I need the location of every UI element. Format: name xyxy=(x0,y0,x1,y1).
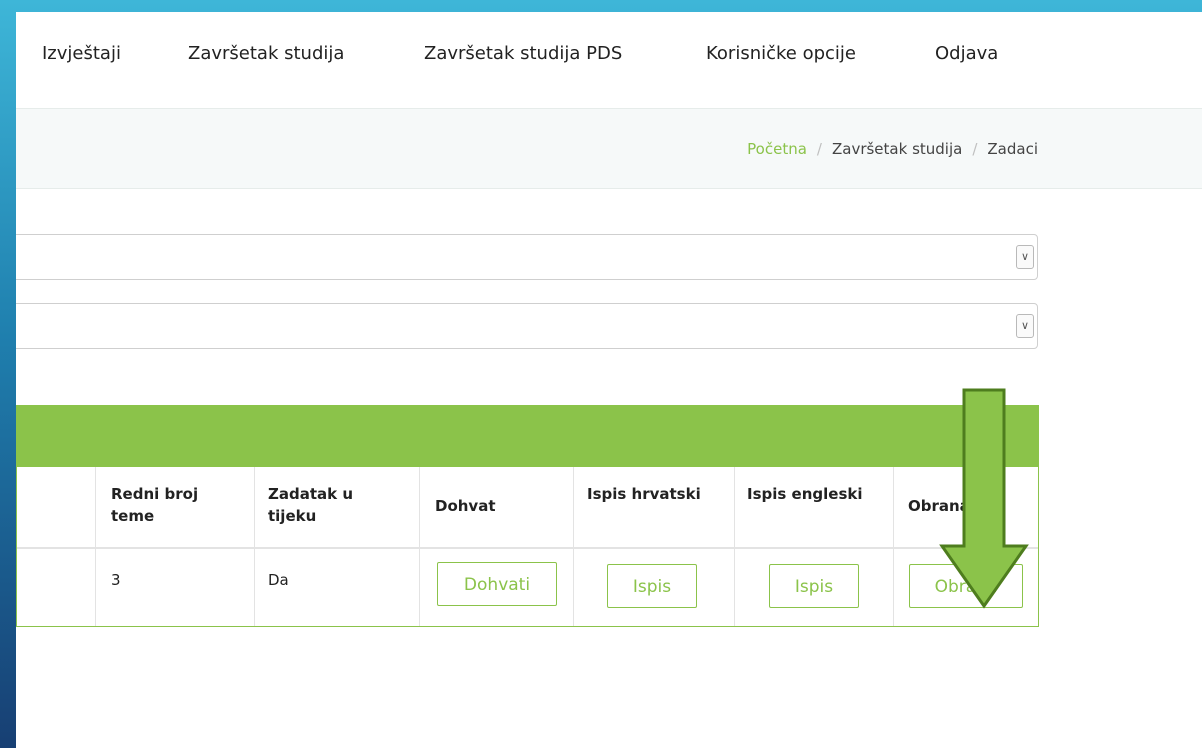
breadcrumb: Početna / Završetak studija / Zadaci xyxy=(747,140,1038,158)
breadcrumb-separator: / xyxy=(816,140,822,158)
down-arrow-shape xyxy=(939,388,1029,609)
top-navigation: Izvještaji Završetak studija Završetak s… xyxy=(16,12,1202,109)
nav-izvjestaji[interactable]: Izvještaji xyxy=(42,43,121,64)
page: Izvještaji Završetak studija Završetak s… xyxy=(16,12,1202,748)
dohvati-button[interactable]: Dohvati xyxy=(437,562,557,606)
cell-zadatak-u-tijeku: Da xyxy=(268,571,289,589)
nav-zavrsetak-studija-pds[interactable]: Završetak studija PDS xyxy=(424,43,622,64)
chevron-down-icon[interactable]: ∨ xyxy=(1016,245,1034,269)
breadcrumb-current: Zadaci xyxy=(987,140,1038,158)
nav-korisnicke-opcije[interactable]: Korisničke opcije xyxy=(706,43,856,64)
nav-zavrsetak-studija[interactable]: Završetak studija xyxy=(188,43,344,64)
header-ispis-engleski: Ispis engleski xyxy=(747,485,863,503)
breadcrumb-separator: / xyxy=(972,140,978,158)
chevron-down-icon[interactable]: ∨ xyxy=(1016,314,1034,338)
table-title-bar xyxy=(16,405,1039,467)
header-line: Redni broj xyxy=(111,485,199,503)
down-arrow-icon xyxy=(939,388,1029,609)
table-row: 3 Da Dohvati Ispis Ispis Obrana xyxy=(17,549,1038,626)
nav-odjava[interactable]: Odjava xyxy=(935,43,998,64)
cell-redni-broj: 3 xyxy=(111,571,121,589)
ispis-hrvatski-button[interactable]: Ispis xyxy=(607,564,697,608)
header-redni-broj: Redni broj teme xyxy=(111,483,198,527)
header-line: Zadatak u xyxy=(268,485,354,503)
header-zadatak-u-tijeku: Zadatak u tijeku xyxy=(268,483,353,527)
breadcrumb-bar: Početna / Završetak studija / Zadaci xyxy=(16,109,1202,189)
header-line: teme xyxy=(111,507,155,525)
header-ispis-hrvatski: Ispis hrvatski xyxy=(587,485,701,503)
table-header-row: Redni broj teme Zadatak u tijeku Dohvat … xyxy=(17,467,1038,549)
header-dohvat: Dohvat xyxy=(435,497,496,515)
select-field-2[interactable]: ∨ xyxy=(16,303,1038,349)
ispis-engleski-button[interactable]: Ispis xyxy=(769,564,859,608)
tasks-table: Redni broj teme Zadatak u tijeku Dohvat … xyxy=(16,467,1039,627)
select-field-1[interactable]: ∨ xyxy=(16,234,1038,280)
breadcrumb-section[interactable]: Završetak studija xyxy=(832,140,962,158)
breadcrumb-home[interactable]: Početna xyxy=(747,140,807,158)
header-line: tijeku xyxy=(268,507,317,525)
